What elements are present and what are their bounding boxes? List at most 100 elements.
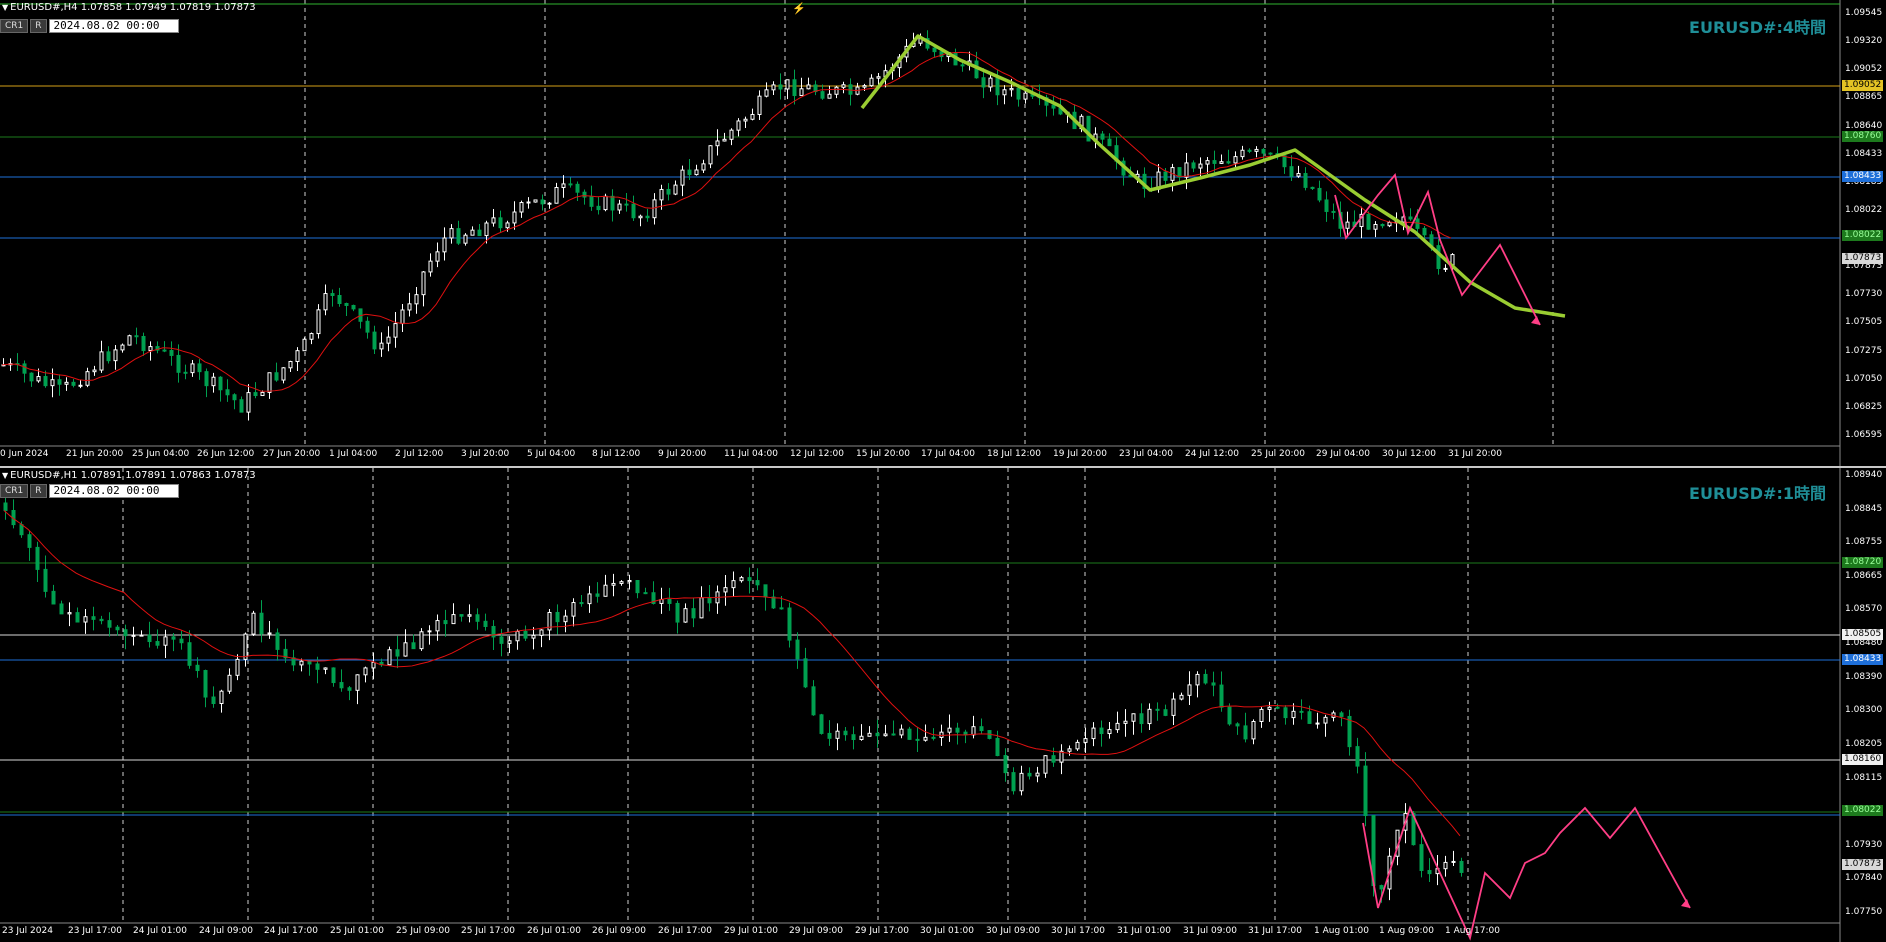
h1-r-button[interactable]: R <box>30 484 47 498</box>
candle-body <box>1427 869 1432 875</box>
candle-body <box>1310 186 1315 189</box>
candle-body <box>907 728 912 740</box>
candle-body <box>442 237 447 253</box>
price-tag-blue-line: 1.08433 <box>1842 654 1884 665</box>
candle-body <box>499 636 504 644</box>
time-axis-label: 1 Aug 09:00 <box>1379 926 1434 936</box>
price-axis-label: 1.08570 <box>1845 604 1883 615</box>
candle-body <box>22 363 27 374</box>
moving-average-line <box>1 51 1452 392</box>
candle-body <box>35 546 40 570</box>
candle-body <box>243 633 248 660</box>
candle-body <box>1191 162 1196 169</box>
h1-cr1-button[interactable]: CR1 <box>0 484 29 498</box>
h1-date-input[interactable]: 2024.08.02 00:00 <box>48 484 179 498</box>
price-axis-label: 1.08115 <box>1845 772 1883 783</box>
candle-body <box>371 661 376 669</box>
candle-body <box>539 629 544 636</box>
time-axis-label: 30 Jul 09:00 <box>986 926 1040 936</box>
h4-cr1-button[interactable]: CR1 <box>0 19 29 33</box>
h4-chart-pane[interactable]: ⚡ ▼ EURUSD#,H4 1.07858 1.07949 1.07819 1.… <box>0 0 1886 466</box>
candle-body <box>395 649 400 657</box>
h1-chart-title: EURUSD#:1時間 <box>1689 484 1826 503</box>
h4-chart-canvas[interactable]: ⚡ <box>0 0 1886 466</box>
time-axis-label: 17 Jul 04:00 <box>921 449 975 459</box>
collapse-arrow-icon[interactable]: ▼ <box>2 3 8 12</box>
candle-body <box>960 64 965 67</box>
candle-body <box>400 309 405 325</box>
candle-body <box>1009 87 1014 91</box>
candle-body <box>1323 716 1328 724</box>
time-axis-label: 25 Jul 01:00 <box>330 926 384 936</box>
candle-body <box>491 217 496 224</box>
candle-body <box>470 229 475 236</box>
candle-body <box>1235 723 1240 727</box>
price-axis-label: 1.08665 <box>1845 570 1883 581</box>
candle-body <box>1380 223 1385 227</box>
time-axis-label: 29 Jul 04:00 <box>1316 449 1370 459</box>
candle-body <box>899 728 904 736</box>
candle-body <box>179 638 184 644</box>
candle-body <box>673 184 678 195</box>
candle-body <box>337 294 342 305</box>
candle-body <box>624 203 629 206</box>
time-axis-label: 19 Jul 20:00 <box>1053 449 1107 459</box>
candle-body <box>589 196 594 207</box>
candle-body <box>347 687 352 691</box>
candle-body <box>1339 712 1344 717</box>
h4-r-button[interactable]: R <box>30 19 47 33</box>
candle-body <box>643 592 648 595</box>
candle-body <box>120 344 125 351</box>
h1-chart-pane[interactable]: ▼ EURUSD#,H1 1.07891 1.07891 1.07863 1.07… <box>0 468 1886 942</box>
price-axis-label: 1.07505 <box>1845 317 1883 328</box>
candle-body <box>211 376 216 387</box>
candle-body <box>611 582 616 586</box>
price-axis-label: 1.08390 <box>1845 671 1883 682</box>
price-tag-orange-line: 1.09052 <box>1842 80 1884 91</box>
candle-body <box>555 611 560 623</box>
candle-body <box>757 95 762 115</box>
price-axis-label: 1.08022 <box>1845 204 1883 215</box>
candle-body <box>1016 87 1021 100</box>
price-axis-label: 1.07840 <box>1845 873 1883 884</box>
candle-body <box>1233 156 1238 164</box>
candle-body <box>1198 163 1203 169</box>
h1-chart-canvas[interactable] <box>0 468 1886 942</box>
price-tag-white-line1: 1.08505 <box>1842 629 1884 640</box>
time-axis-label: 1 Aug 17:00 <box>1445 926 1500 936</box>
candle-body <box>275 632 280 650</box>
time-axis-label: 26 Jul 01:00 <box>527 926 581 936</box>
candle-body <box>251 612 256 635</box>
candle-body <box>1195 673 1200 686</box>
collapse-arrow-icon[interactable]: ▼ <box>2 471 8 480</box>
candle-body <box>1226 161 1231 164</box>
candle-body <box>995 737 1000 757</box>
h4-ohlc-readout: ▼ EURUSD#,H4 1.07858 1.07949 1.07819 1.07… <box>2 2 256 13</box>
time-axis-label: 31 Jul 20:00 <box>1448 449 1502 459</box>
candle-body <box>731 580 736 589</box>
candle-body <box>841 84 846 88</box>
candle-body <box>659 188 664 201</box>
candle-body <box>387 649 392 666</box>
h4-date-input[interactable]: 2024.08.02 00:00 <box>48 19 179 33</box>
time-axis-label: 2 Jul 12:00 <box>395 449 444 459</box>
candle-body <box>239 399 244 413</box>
candle-body <box>1317 187 1322 201</box>
time-axis-label: 30 Jul 01:00 <box>920 926 974 936</box>
candle-body <box>115 626 120 631</box>
candle-body <box>1139 713 1144 725</box>
candle-body <box>1408 216 1413 220</box>
candle-body <box>1419 844 1424 871</box>
candle-body <box>547 202 552 205</box>
candle-body <box>540 199 545 205</box>
candle-body <box>147 634 152 643</box>
candle-body <box>141 335 146 352</box>
candle-body <box>1086 115 1091 142</box>
time-axis-label: 25 Jul 20:00 <box>1251 449 1305 459</box>
candle-body <box>449 228 454 239</box>
candle-body <box>1023 92 1028 100</box>
trend-line <box>860 34 1566 318</box>
time-axis-label: 1 Aug 01:00 <box>1314 926 1369 936</box>
candle-body <box>803 658 808 688</box>
candle-body <box>1100 133 1105 140</box>
